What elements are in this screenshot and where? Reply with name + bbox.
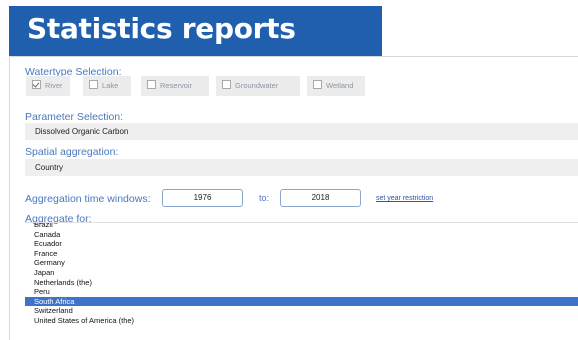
list-item[interactable]: Germany bbox=[25, 258, 578, 268]
watertype-lake[interactable]: Lake bbox=[83, 76, 131, 96]
watertype-label: Lake bbox=[102, 81, 119, 90]
parameter-label: Parameter Selection: bbox=[25, 111, 124, 123]
watertype-reservoir[interactable]: Reservoir bbox=[141, 76, 209, 96]
watertype-wetland[interactable]: Wetland bbox=[307, 76, 365, 96]
checkbox-icon bbox=[89, 80, 98, 89]
checkbox-icon bbox=[147, 80, 156, 89]
watertype-river[interactable]: River bbox=[26, 76, 70, 96]
country-list[interactable]: Brazil Canada Ecuador France Germany Japan Net… bbox=[25, 222, 578, 340]
list-item[interactable]: Peru bbox=[25, 287, 578, 297]
list-item[interactable]: Switzerland bbox=[25, 306, 578, 316]
spatial-label: Spatial aggregation: bbox=[25, 146, 119, 158]
watertype-label: Groundwater bbox=[235, 81, 279, 90]
page-title: Statistics reports bbox=[27, 12, 296, 45]
list-item[interactable]: Canada bbox=[25, 230, 578, 240]
spatial-select[interactable]: Country bbox=[25, 159, 578, 176]
to-label: to: bbox=[259, 193, 270, 203]
set-year-restriction-link[interactable]: set year restriction bbox=[376, 195, 433, 202]
list-item[interactable]: United States of America (the) bbox=[25, 316, 578, 326]
year-to-input[interactable]: 2018 bbox=[280, 189, 361, 207]
watertype-label: Reservoir bbox=[160, 81, 193, 90]
list-item[interactable]: Ecuador bbox=[25, 239, 578, 249]
list-item[interactable]: France bbox=[25, 249, 578, 259]
watertype-label: River bbox=[45, 81, 63, 90]
year-from-input[interactable]: 1976 bbox=[162, 189, 243, 207]
watertype-groundwater[interactable]: Groundwater bbox=[216, 76, 300, 96]
header-banner: Statistics reports bbox=[9, 6, 382, 56]
watertype-label: Wetland bbox=[326, 81, 354, 90]
time-window-label: Aggregation time windows: bbox=[25, 193, 151, 205]
list-item[interactable]: Netherlands (the) bbox=[25, 278, 578, 288]
checkbox-icon bbox=[32, 80, 41, 89]
checkbox-icon bbox=[313, 80, 322, 89]
checkbox-icon bbox=[222, 80, 231, 89]
list-item[interactable]: South Africa bbox=[25, 296, 578, 307]
list-item[interactable]: Japan bbox=[25, 268, 578, 278]
parameter-select[interactable]: Dissolved Organic Carbon bbox=[25, 123, 578, 140]
list-item[interactable]: Brazil bbox=[25, 223, 578, 230]
